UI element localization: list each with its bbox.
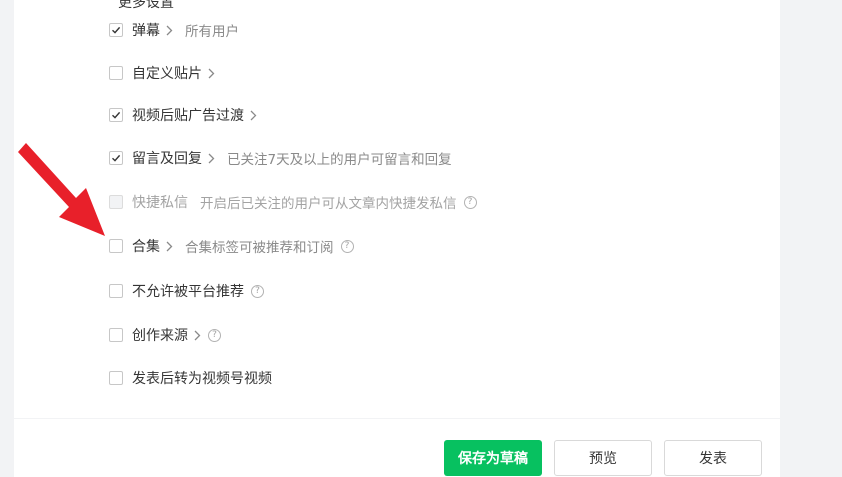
checkbox-checked[interactable] <box>109 23 123 37</box>
option-label: 创作来源 <box>132 328 188 344</box>
option-row[interactable]: 创作来源? <box>109 325 221 345</box>
option-row: 快捷私信 开启后已关注的用户可从文章内快捷发私信? <box>109 192 477 212</box>
checkbox <box>109 195 123 209</box>
checkbox[interactable] <box>109 328 123 342</box>
option-row[interactable]: 不允许被平台推荐? <box>109 281 264 301</box>
checkbox[interactable] <box>109 371 123 385</box>
option-row[interactable]: 发表后转为视频号视频 <box>109 368 272 388</box>
check-icon <box>111 153 121 163</box>
option-row[interactable]: 弹幕 所有用户 <box>109 20 239 40</box>
help-circle-icon[interactable]: ? <box>340 239 354 253</box>
publish-button[interactable]: 发表 <box>664 440 762 476</box>
preview-button[interactable]: 预览 <box>554 440 652 476</box>
option-label: 发表后转为视频号视频 <box>132 371 272 387</box>
option-label: 弹幕 <box>132 23 160 39</box>
check-icon <box>111 110 121 120</box>
option-label: 快捷私信 <box>132 195 188 211</box>
option-label: 不允许被平台推荐 <box>132 284 244 300</box>
check-icon <box>111 25 121 35</box>
chevron-right-icon[interactable] <box>208 68 215 79</box>
checkbox[interactable] <box>109 284 123 298</box>
option-row[interactable]: 视频后贴广告过渡 <box>109 105 257 125</box>
help-circle-icon[interactable]: ? <box>463 195 477 209</box>
option-label: 留言及回复 <box>132 151 202 167</box>
option-row[interactable]: 合集 合集标签可被推荐和订阅? <box>109 236 354 256</box>
option-row[interactable]: 留言及回复 已关注7天及以上的用户可留言和回复 <box>109 148 452 168</box>
checkbox-checked[interactable] <box>109 151 123 165</box>
help-circle-icon[interactable]: ? <box>208 328 221 342</box>
chevron-right-icon[interactable] <box>166 241 173 252</box>
chevron-right-icon[interactable] <box>208 153 215 164</box>
option-row[interactable]: 自定义贴片 <box>109 63 215 83</box>
option-description: 开启后已关注的用户可从文章内快捷发私信 <box>200 196 457 212</box>
chevron-right-icon[interactable] <box>166 25 173 36</box>
checkbox[interactable] <box>109 239 123 253</box>
chevron-right-icon[interactable] <box>194 330 201 341</box>
section-title: 更多设置 <box>118 0 174 11</box>
help-circle-icon[interactable]: ? <box>251 284 264 298</box>
checkbox[interactable] <box>109 66 123 80</box>
option-label: 自定义贴片 <box>132 66 202 82</box>
option-description: 所有用户 <box>185 24 239 40</box>
option-label: 合集 <box>132 239 160 255</box>
chevron-right-icon[interactable] <box>250 110 257 121</box>
footer-bar: 保存为草稿 预览 发表 <box>14 419 780 477</box>
checkbox-checked[interactable] <box>109 108 123 122</box>
page: 更多设置 弹幕 所有用户自定义贴片视频后贴广告过渡 留言及回复 已关注7天及以上的用户… <box>0 0 842 477</box>
save-draft-button[interactable]: 保存为草稿 <box>444 440 542 476</box>
option-description: 合集标签可被推荐和订阅 <box>185 240 334 256</box>
option-description: 已关注7天及以上的用户可留言和回复 <box>227 152 452 168</box>
option-label: 视频后贴广告过渡 <box>132 108 244 124</box>
